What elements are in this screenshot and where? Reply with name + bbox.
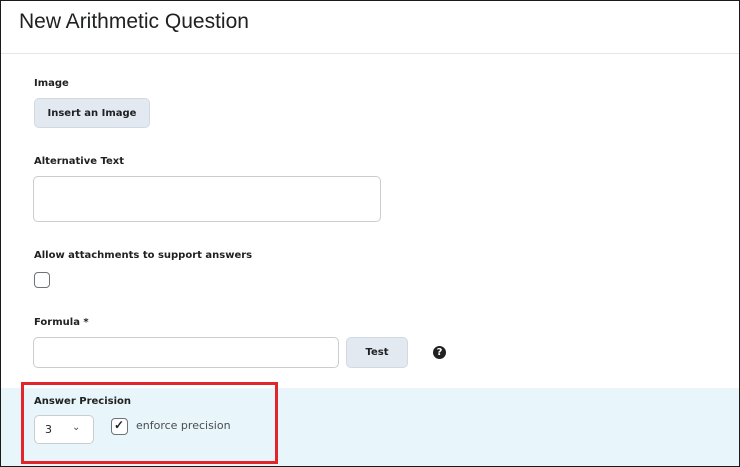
- formula-input[interactable]: [33, 337, 339, 368]
- page-header: New Arithmetic Question: [1, 1, 739, 54]
- question-editor: New Arithmetic Question Image Insert an …: [0, 0, 740, 467]
- page-title: New Arithmetic Question: [19, 10, 249, 33]
- insert-image-button[interactable]: Insert an Image: [34, 98, 150, 128]
- test-button[interactable]: Test: [346, 337, 408, 368]
- attachments-label: Allow attachments to support answers: [34, 250, 253, 261]
- image-label: Image: [34, 78, 69, 89]
- alt-text-input[interactable]: [33, 176, 381, 222]
- highlight-box: [21, 382, 278, 464]
- alt-text-label: Alternative Text: [34, 156, 125, 167]
- attachments-checkbox[interactable]: [34, 272, 50, 288]
- formula-label: Formula *: [34, 317, 89, 328]
- question-circle-icon[interactable]: ?: [433, 346, 446, 359]
